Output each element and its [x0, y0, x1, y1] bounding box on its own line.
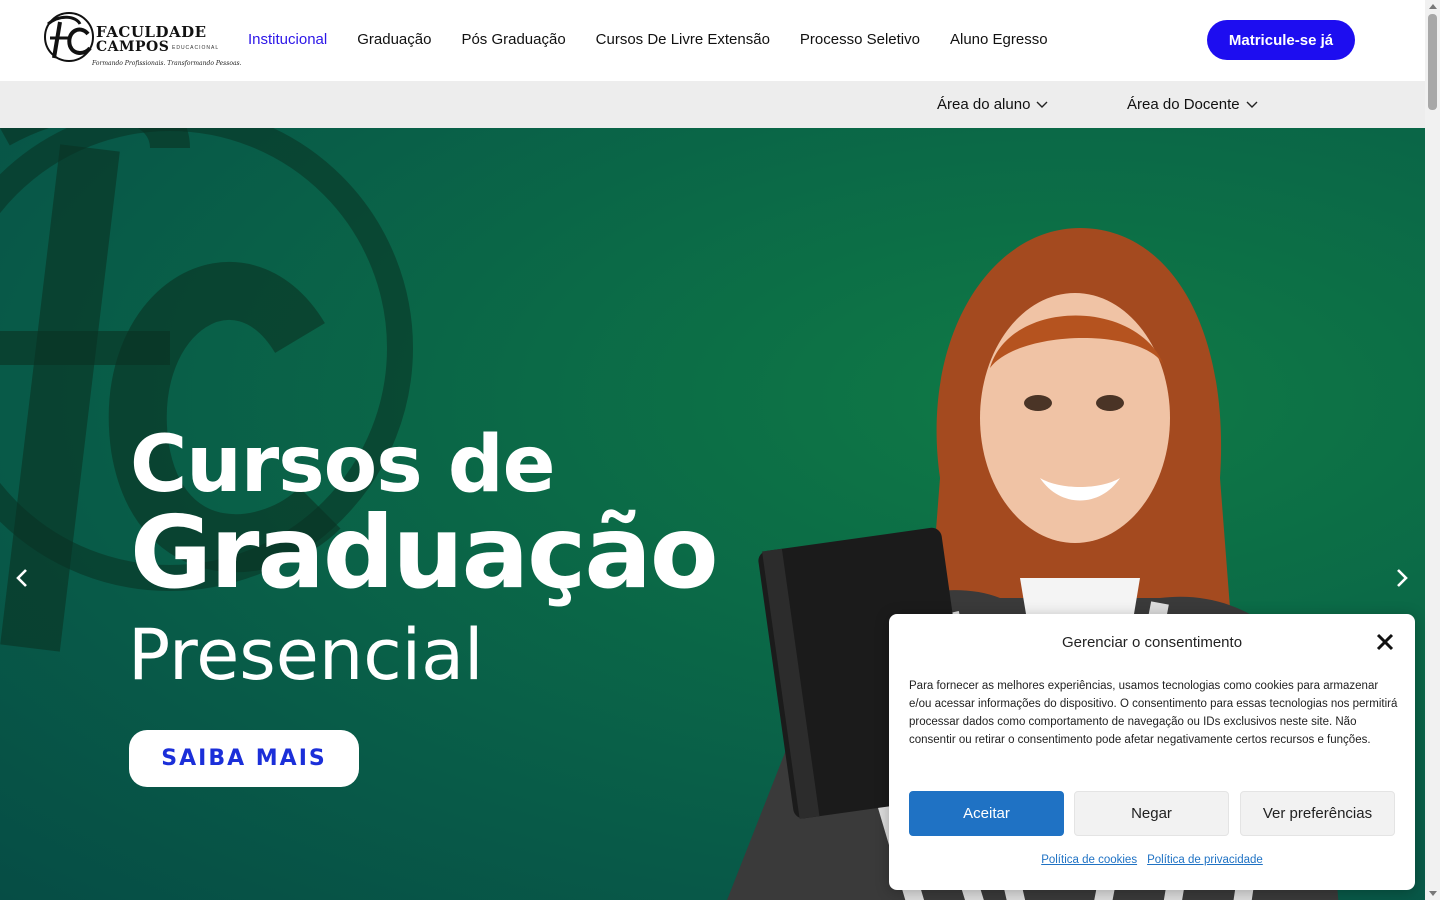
- nav-item-aluno-egresso[interactable]: Aluno Egresso: [950, 31, 1048, 48]
- area-docente-label: Área do Docente: [1127, 96, 1240, 113]
- consent-title: Gerenciar o consentimento: [1061, 634, 1243, 651]
- consent-body: Para fornecer as melhores experiências, …: [909, 680, 1398, 746]
- chevron-down-icon: [1036, 101, 1048, 108]
- nav-item-processo-seletivo[interactable]: Processo Seletivo: [800, 31, 920, 48]
- sub-nav-bar: Área do aluno Área do Docente: [0, 81, 1425, 128]
- logo-name-line2: CAMPOS: [96, 39, 170, 55]
- scroll-up-icon[interactable]: [1429, 4, 1437, 9]
- site-header: FACULDADE CAMPOS EDUCACIONAL Formando Pr…: [0, 0, 1425, 81]
- logo-tagline: Formando Profissionais. Transformando Pe…: [92, 60, 242, 67]
- chevron-down-icon: [1246, 101, 1258, 108]
- cookie-policy-link[interactable]: Política de cookies: [1041, 854, 1137, 866]
- scroll-down-icon[interactable]: [1429, 891, 1437, 896]
- area-aluno-dropdown[interactable]: Área do aluno: [937, 96, 1048, 113]
- matricule-button[interactable]: Matricule-se já: [1207, 20, 1355, 60]
- hero-title-line3: Presencial: [128, 614, 484, 696]
- deny-button[interactable]: Negar: [1074, 791, 1229, 836]
- logo-edu-label: EDUCACIONAL: [172, 45, 220, 51]
- site-logo[interactable]: FACULDADE CAMPOS EDUCACIONAL Formando Pr…: [40, 10, 242, 72]
- preferences-button[interactable]: Ver preferências: [1240, 791, 1395, 836]
- hero-title-line2: Graduação: [130, 494, 719, 611]
- close-icon[interactable]: [1375, 632, 1395, 652]
- nav-item-graduacao[interactable]: Graduação: [357, 31, 431, 48]
- saiba-mais-button[interactable]: SAIBA MAIS: [129, 730, 359, 787]
- scrollbar-thumb[interactable]: [1428, 14, 1437, 110]
- page-scrollbar[interactable]: [1425, 0, 1440, 900]
- slider-next-button[interactable]: [1390, 566, 1414, 590]
- nav-item-institucional[interactable]: Institucional: [248, 31, 327, 48]
- area-aluno-label: Área do aluno: [937, 96, 1031, 113]
- consent-links: Política de cookies Política de privacid…: [889, 854, 1415, 866]
- main-nav: Institucional Graduação Pós Graduação Cu…: [248, 31, 1048, 48]
- logo-monogram-icon: [44, 12, 94, 62]
- area-docente-dropdown[interactable]: Área do Docente: [1127, 96, 1258, 113]
- privacy-policy-link[interactable]: Política de privacidade: [1147, 854, 1263, 866]
- accept-button[interactable]: Aceitar: [909, 791, 1064, 836]
- nav-item-pos-graduacao[interactable]: Pós Graduação: [461, 31, 565, 48]
- cookie-consent-dialog: Gerenciar o consentimento Para fornecer …: [889, 614, 1415, 890]
- slider-prev-button[interactable]: [10, 566, 34, 590]
- chevron-right-icon: [1397, 569, 1408, 587]
- chevron-left-icon: [16, 569, 27, 587]
- nav-item-cursos-livre-extensao[interactable]: Cursos De Livre Extensão: [596, 31, 770, 48]
